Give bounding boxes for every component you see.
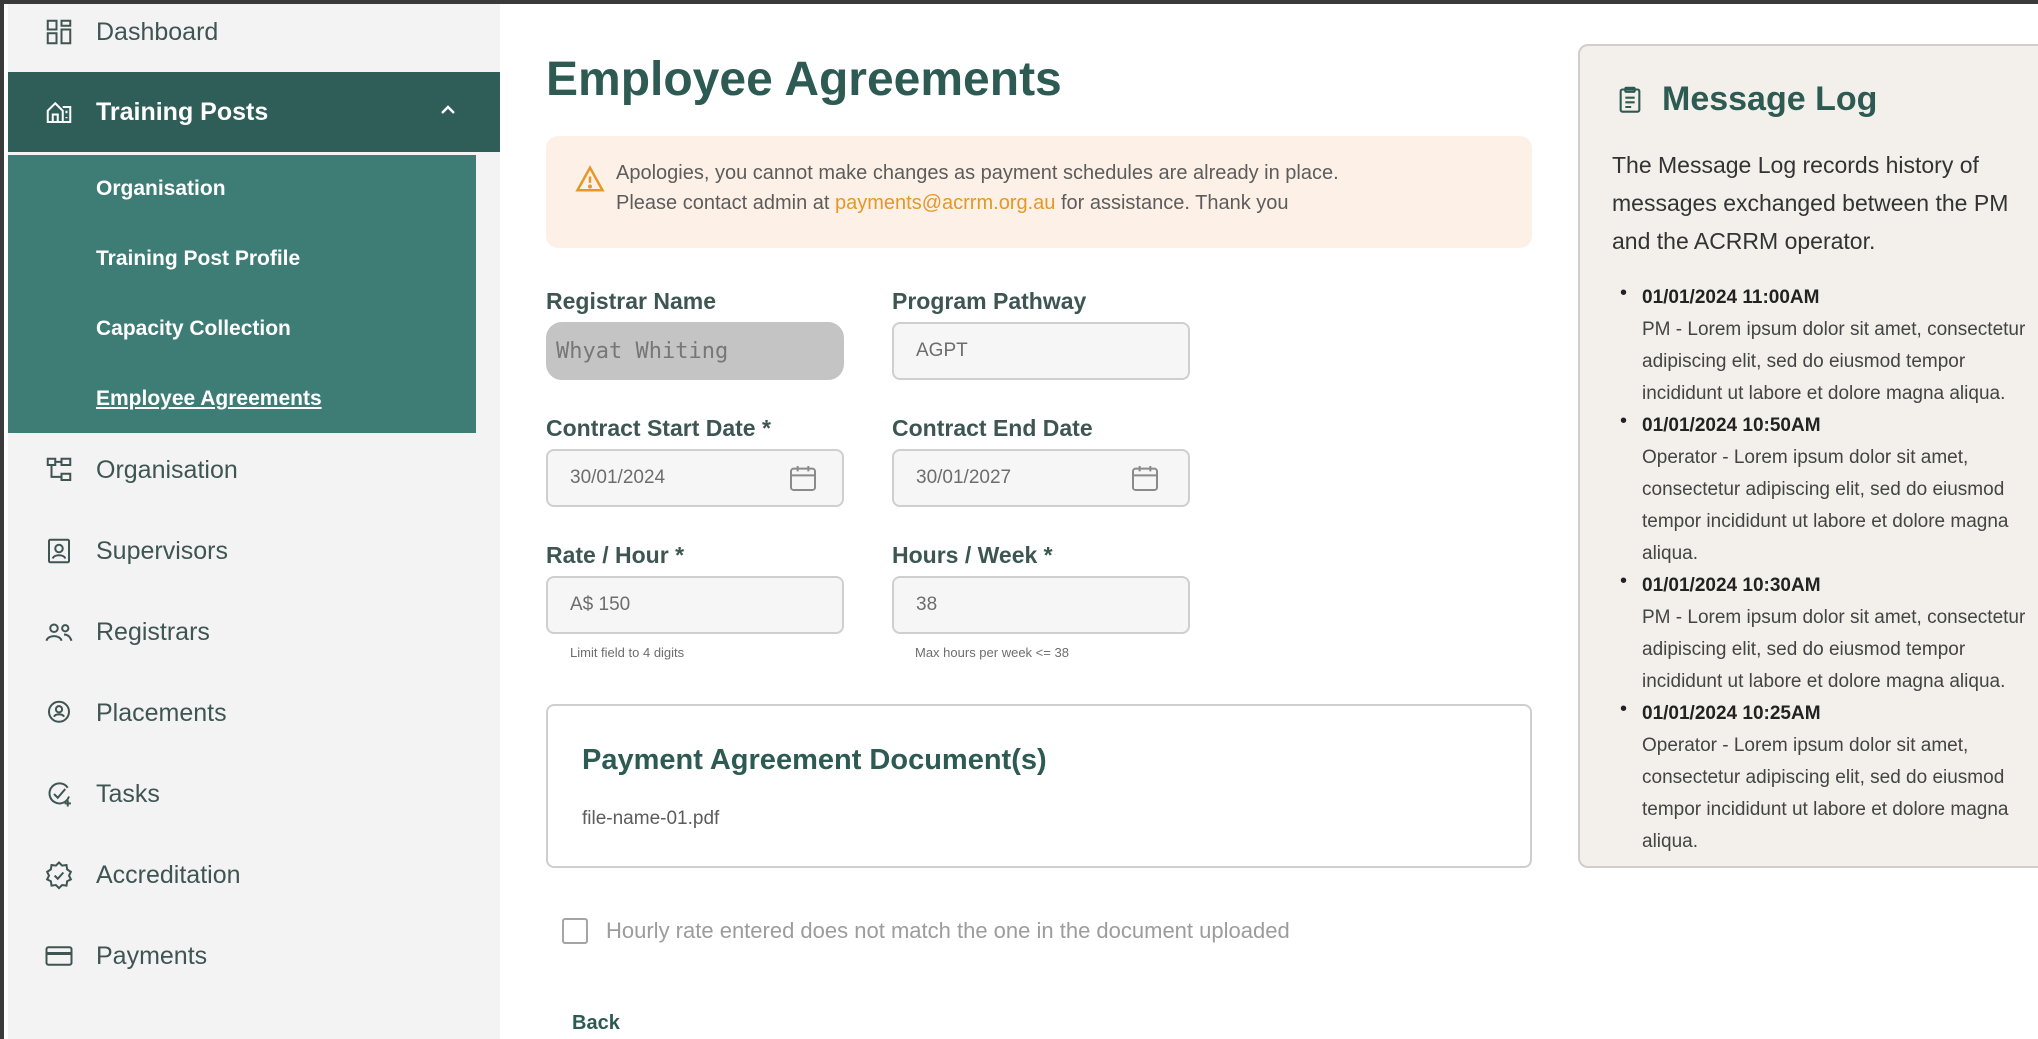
sidebar-item-label: Registrars xyxy=(96,617,210,646)
message-text: PM - Lorem ipsum dolor sit amet, consect… xyxy=(1642,319,2026,404)
location-pin-icon xyxy=(44,698,74,728)
message-text: Operator - Lorem ipsum dolor sit amet, c… xyxy=(1642,447,2009,564)
message-text: PM - Lorem ipsum dolor sit amet, consect… xyxy=(1642,607,2026,692)
sidebar-item-label: Dashboard xyxy=(96,17,219,46)
training-posts-submenu: Organisation Training Post Profile Capac… xyxy=(8,155,476,433)
sidebar-item-label: Tasks xyxy=(96,779,160,808)
payment-agreement-documents-card: Payment Agreement Document(s) file-name-… xyxy=(546,704,1532,868)
page-title: Employee Agreements xyxy=(546,53,1062,106)
rate-hint: Limit field to 4 digits xyxy=(570,645,685,660)
sidebar-item-tasks[interactable]: Tasks xyxy=(8,754,500,834)
sidebar-item-dashboard[interactable]: Dashboard xyxy=(8,0,500,72)
alert-text-contact: Please contact admin at payments@acrrm.o… xyxy=(616,192,1289,215)
message-log-title: Message Log xyxy=(1662,80,1878,118)
warning-icon xyxy=(575,165,605,192)
documents-title: Payment Agreement Document(s) xyxy=(582,744,1047,776)
card-icon xyxy=(44,941,74,971)
message-timestamp: 01/01/2024 10:50AM xyxy=(1642,415,1821,436)
sidebar-item-supervisors[interactable]: Supervisors xyxy=(8,511,500,591)
back-button[interactable]: Back xyxy=(572,1012,620,1035)
rate-mismatch-checkbox-row[interactable]: Hourly rate entered does not match the o… xyxy=(562,918,1290,944)
subnav-item-capacity-collection[interactable]: Capacity Collection xyxy=(96,317,291,341)
message-timestamp: 01/01/2024 10:30AM xyxy=(1642,575,1821,596)
rate-per-hour-field[interactable] xyxy=(546,576,844,634)
sidebar-item-label: Payments xyxy=(96,941,208,970)
sidebar-item-label: Organisation xyxy=(96,455,238,484)
message-log-panel: Message Log The Message Log records hist… xyxy=(1578,44,2038,868)
sidebar-item-accreditation[interactable]: Accreditation xyxy=(8,835,500,915)
sidebar-item-organisation[interactable]: Organisation xyxy=(8,430,500,510)
program-pathway-label: Program Pathway xyxy=(892,288,1087,314)
sidebar-item-registrars[interactable]: Registrars xyxy=(8,592,500,672)
message-timestamp: 01/01/2024 10:25AM xyxy=(1642,703,1821,724)
org-chart-icon xyxy=(44,455,74,485)
contract-start-label: Contract Start Date * xyxy=(546,415,771,441)
subnav-item-organisation[interactable]: Organisation xyxy=(96,177,226,201)
message-log-entry: 01/01/2024 10:25AM Operator - Lorem ipsu… xyxy=(1612,698,2032,858)
building-icon xyxy=(44,97,74,127)
subnav-item-employee-agreements[interactable]: Employee Agreements xyxy=(96,387,322,411)
chevron-up-icon[interactable] xyxy=(436,98,460,122)
sidebar-item-label: Accreditation xyxy=(96,860,241,889)
message-text: Operator - Lorem ipsum dolor sit amet, c… xyxy=(1642,735,2009,852)
message-log-entry: 01/01/2024 10:30AM PM - Lorem ipsum dolo… xyxy=(1612,570,2032,698)
task-check-icon xyxy=(44,779,74,809)
alert-text-suffix: for assistance. Thank you xyxy=(1055,192,1289,214)
warning-alert: Apologies, you cannot make changes as pa… xyxy=(546,136,1532,248)
users-icon xyxy=(44,617,74,647)
rate-per-hour-label: Rate / Hour * xyxy=(546,542,685,568)
registrar-name-field[interactable] xyxy=(546,322,844,380)
program-pathway-field[interactable] xyxy=(892,322,1190,380)
calendar-icon[interactable] xyxy=(1129,462,1161,494)
admin-email-link[interactable]: payments@acrrm.org.au xyxy=(835,192,1055,214)
clipboard-icon xyxy=(1619,86,1641,113)
document-file-link[interactable]: file-name-01.pdf xyxy=(582,808,719,830)
alert-text: Apologies, you cannot make changes as pa… xyxy=(616,162,1339,184)
calendar-icon[interactable] xyxy=(787,462,819,494)
sidebar: Dashboard Training Posts Organisation Tr… xyxy=(8,4,500,1039)
subnav-item-training-post-profile[interactable]: Training Post Profile xyxy=(96,247,300,271)
sidebar-item-label: Placements xyxy=(96,698,227,727)
message-log-entry: 01/01/2024 10:50AM Operator - Lorem ipsu… xyxy=(1612,410,2032,570)
sidebar-item-placements[interactable]: Placements xyxy=(8,673,500,753)
message-log-description: The Message Log records history of messa… xyxy=(1612,152,2009,254)
registrar-name-label: Registrar Name xyxy=(546,288,717,314)
sidebar-item-label: Supervisors xyxy=(96,536,228,565)
hours-per-week-label: Hours / Week * xyxy=(892,542,1053,568)
accreditation-icon xyxy=(44,860,74,890)
rate-mismatch-checkbox[interactable] xyxy=(562,918,588,944)
hours-per-week-field[interactable] xyxy=(892,576,1190,634)
message-log-entries[interactable]: 01/01/2024 11:00AM PM - Lorem ipsum dolo… xyxy=(1612,282,2032,858)
message-log-entry: 01/01/2024 11:00AM PM - Lorem ipsum dolo… xyxy=(1612,282,2032,410)
sidebar-item-training-posts[interactable]: Training Posts xyxy=(8,72,500,152)
rate-mismatch-checkbox-label: Hourly rate entered does not match the o… xyxy=(606,918,1290,943)
message-timestamp: 01/01/2024 11:00AM xyxy=(1642,287,1820,308)
sidebar-item-label: Training Posts xyxy=(96,97,269,126)
contract-end-label: Contract End Date xyxy=(892,415,1093,441)
sidebar-item-payments[interactable]: Payments xyxy=(8,916,500,996)
alert-text-prefix: Please contact admin at xyxy=(616,192,836,214)
dashboard-icon xyxy=(44,17,74,47)
id-badge-icon xyxy=(44,536,74,566)
hours-hint: Max hours per week <= 38 xyxy=(915,645,1069,660)
